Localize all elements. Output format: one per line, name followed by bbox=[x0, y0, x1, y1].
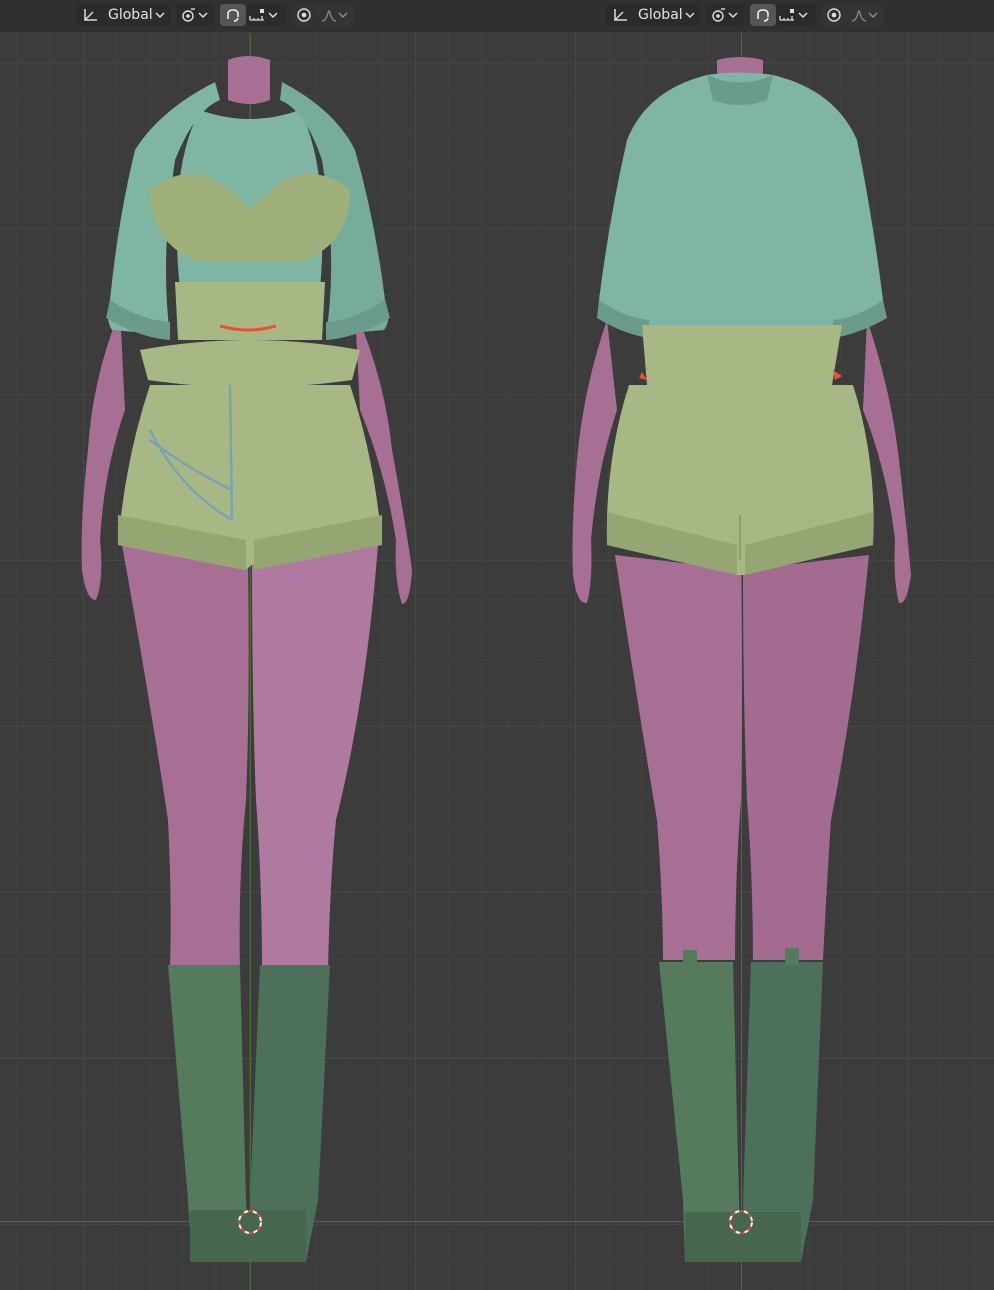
transform-orientation-icon bbox=[82, 7, 100, 23]
snap-target-dropdown[interactable] bbox=[776, 4, 816, 26]
pivot-point-dropdown[interactable] bbox=[706, 4, 744, 26]
transform-orientation-icon bbox=[612, 7, 630, 23]
chevron-down-icon bbox=[685, 11, 695, 19]
snap-increment-icon bbox=[778, 7, 798, 23]
chevron-down-icon bbox=[338, 11, 348, 19]
chevron-down-icon bbox=[198, 11, 208, 19]
falloff-dropdown[interactable] bbox=[316, 4, 354, 26]
viewport-header: Global bbox=[497, 0, 994, 32]
viewport-front[interactable]: Global bbox=[0, 0, 497, 1290]
snap-icon bbox=[754, 7, 772, 23]
proportional-editing-icon bbox=[826, 7, 842, 23]
falloff-curve-icon bbox=[320, 7, 338, 23]
falloff-curve-icon bbox=[850, 7, 868, 23]
chevron-down-icon bbox=[155, 11, 165, 19]
chevron-down-icon bbox=[728, 11, 738, 19]
transform-orientation-dropdown[interactable]: Global bbox=[76, 4, 170, 26]
pivot-point-icon bbox=[710, 7, 728, 23]
viewport-back[interactable]: Global bbox=[497, 0, 994, 1290]
chevron-down-icon bbox=[268, 11, 278, 19]
character-model-back[interactable] bbox=[497, 0, 994, 1290]
proportional-editing-icon bbox=[296, 7, 312, 23]
orientation-label: Global bbox=[108, 7, 153, 23]
snap-increment-icon bbox=[248, 7, 268, 23]
pivot-point-dropdown[interactable] bbox=[176, 4, 214, 26]
chevron-down-icon bbox=[798, 11, 808, 19]
transform-orientation-dropdown[interactable]: Global bbox=[606, 4, 700, 26]
pivot-point-icon bbox=[180, 7, 198, 23]
snap-toggle[interactable] bbox=[750, 4, 776, 26]
chevron-down-icon bbox=[868, 11, 878, 19]
orientation-label: Global bbox=[638, 7, 683, 23]
snap-toggle[interactable] bbox=[220, 4, 246, 26]
proportional-editing-toggle[interactable] bbox=[822, 4, 846, 26]
viewport-header: Global bbox=[0, 0, 497, 32]
snap-icon bbox=[224, 7, 242, 23]
falloff-dropdown[interactable] bbox=[846, 4, 884, 26]
proportional-editing-toggle[interactable] bbox=[292, 4, 316, 26]
character-model-front[interactable] bbox=[0, 0, 497, 1290]
snap-target-dropdown[interactable] bbox=[246, 4, 286, 26]
